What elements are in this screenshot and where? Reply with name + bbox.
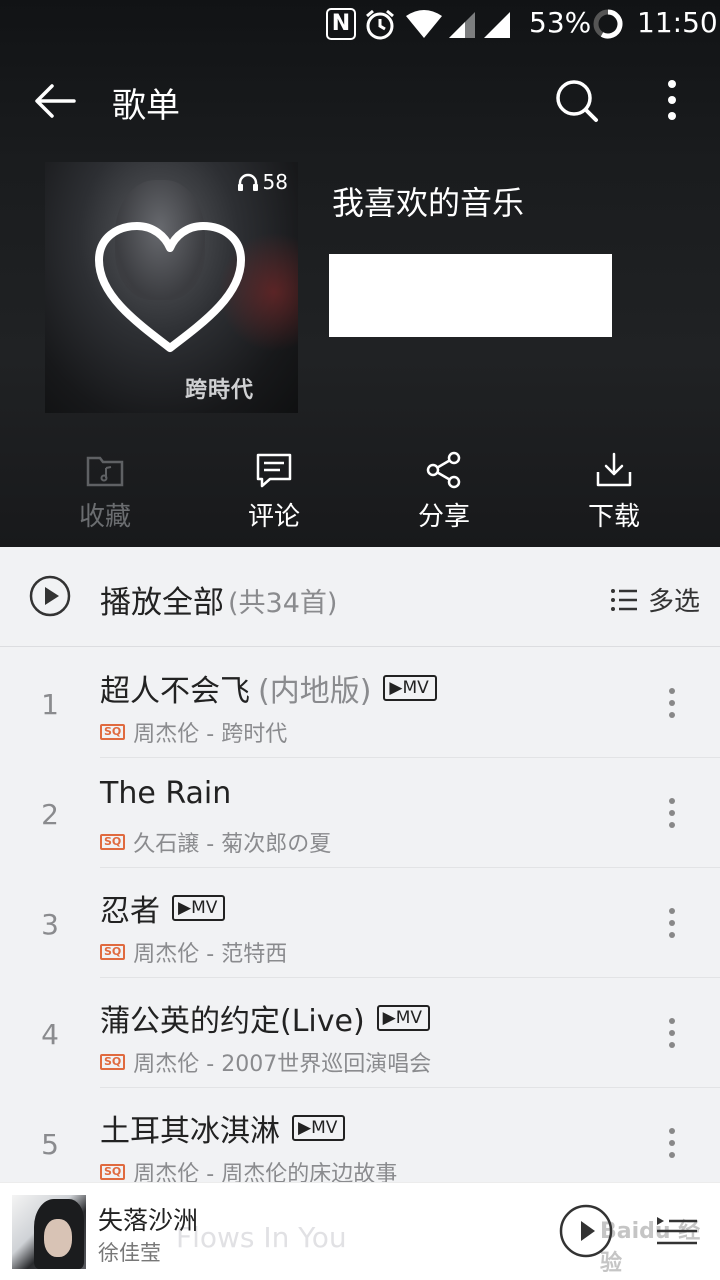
now-playing-cover[interactable] — [12, 1195, 86, 1269]
multi-select-label: 多选 — [648, 587, 701, 617]
action-bar: 收藏 评论 分享 下载 — [0, 450, 720, 540]
song-list: 1 超人不会飞 (内地版) ▶MV SQ 周杰伦 - 跨时代 2 The Rai… — [0, 648, 720, 1198]
multi-select-button[interactable]: 多选 — [610, 581, 700, 618]
page-title: 歌单 — [112, 86, 180, 126]
mv-badge[interactable]: ▶MV — [172, 895, 226, 921]
sq-badge: SQ — [100, 1054, 126, 1070]
collect-button[interactable]: 收藏 — [45, 450, 165, 533]
battery-icon — [592, 8, 624, 44]
alarm-icon — [363, 8, 397, 46]
play-count-value: 58 — [262, 170, 288, 194]
playlist-header: N 53% 11:50 歌单 跨時代 58 我喜欢的音乐 收藏 评论 分享 下载 — [0, 0, 720, 547]
playlist-queue-icon[interactable] — [655, 1213, 699, 1249]
song-index: 1 — [41, 688, 59, 721]
mini-player[interactable]: Flows In You 失落沙洲 徐佳莹 Baidu 经验 — [0, 1182, 720, 1280]
search-icon[interactable] — [550, 74, 602, 126]
clock: 11:50 — [637, 6, 718, 39]
song-artist-album: 周杰伦 - 范特西 — [133, 942, 288, 967]
play-count: 58 — [237, 170, 288, 194]
song-title: The Rain — [100, 776, 232, 811]
playlist-cover[interactable]: 跨時代 58 — [45, 162, 298, 413]
folder-music-icon — [45, 450, 165, 490]
list-icon — [611, 588, 637, 611]
play-all-label[interactable]: 播放全部 — [100, 577, 224, 622]
playlist-name: 我喜欢的音乐 — [332, 184, 525, 222]
song-more-icon[interactable] — [660, 796, 684, 830]
song-index: 5 — [41, 1128, 59, 1161]
sq-badge: SQ — [100, 1164, 126, 1180]
download-label: 下载 — [587, 502, 640, 532]
now-playing-artist: 徐佳莹 — [98, 1241, 161, 1265]
signal-icon — [482, 10, 512, 44]
creator-redacted-block[interactable] — [329, 254, 612, 337]
play-pause-icon[interactable] — [558, 1203, 614, 1259]
song-more-icon[interactable] — [660, 1016, 684, 1050]
song-row[interactable]: 4 蒲公英的约定(Live) ▶MV SQ 周杰伦 - 2007世界巡回演唱会 — [0, 978, 720, 1088]
nfc-icon: N — [326, 8, 356, 40]
song-more-icon[interactable] — [660, 686, 684, 720]
battery-percent: 53% — [529, 6, 592, 39]
song-more-icon[interactable] — [660, 1126, 684, 1160]
track-count: (共34首) — [228, 588, 338, 619]
share-label: 分享 — [417, 502, 470, 532]
now-playing-title: 失落沙洲 — [98, 1206, 199, 1235]
mv-badge[interactable]: ▶MV — [383, 675, 437, 701]
song-title: 土耳其冰淇淋 — [100, 1114, 280, 1149]
comment-button[interactable]: 评论 — [214, 450, 334, 533]
sq-badge: SQ — [100, 944, 126, 960]
back-arrow-icon[interactable] — [30, 76, 80, 126]
song-more-icon[interactable] — [660, 906, 684, 940]
song-title: 超人不会飞 — [100, 674, 250, 709]
download-button[interactable]: 下载 — [554, 450, 674, 533]
sq-badge: SQ — [100, 834, 126, 850]
comment-icon — [214, 450, 334, 490]
signal-icon — [447, 10, 477, 44]
heart-icon — [93, 220, 247, 356]
song-index: 4 — [41, 1018, 59, 1051]
play-circle-icon[interactable] — [28, 574, 72, 622]
song-artist-album: 周杰伦 - 跨时代 — [133, 722, 288, 747]
cover-album-text: 跨時代 — [185, 377, 255, 403]
mv-badge[interactable]: ▶MV — [376, 1005, 431, 1031]
song-version: (内地版) — [258, 674, 372, 709]
play-all-bar[interactable]: 播放全部 (共34首) 多选 — [0, 547, 720, 647]
ghost-song-title: Flows In You — [176, 1221, 347, 1254]
song-index: 3 — [41, 908, 59, 941]
song-row[interactable]: 2 The Rain SQ 久石譲 - 菊次郎の夏 — [0, 758, 720, 868]
song-row[interactable]: 1 超人不会飞 (内地版) ▶MV SQ 周杰伦 - 跨时代 — [0, 648, 720, 758]
collect-label: 收藏 — [78, 502, 131, 532]
mv-badge[interactable]: ▶MV — [292, 1115, 346, 1141]
headphones-icon — [237, 173, 258, 191]
song-row[interactable]: 3 忍者 ▶MV SQ 周杰伦 - 范特西 — [0, 868, 720, 978]
song-artist-album: 周杰伦 - 2007世界巡回演唱会 — [133, 1052, 432, 1077]
song-title: 蒲公英的约定(Live) — [100, 1004, 365, 1039]
song-index: 2 — [41, 798, 59, 831]
download-icon — [554, 450, 674, 490]
comment-label: 评论 — [247, 502, 300, 532]
share-icon — [384, 450, 504, 490]
song-title: 忍者 — [100, 894, 160, 929]
sq-badge: SQ — [100, 724, 126, 740]
song-artist-album: 久石譲 - 菊次郎の夏 — [133, 832, 332, 857]
status-bar: N 53% 11:50 — [0, 0, 720, 50]
wifi-icon — [406, 10, 442, 44]
overflow-menu-icon[interactable] — [652, 76, 692, 126]
share-button[interactable]: 分享 — [384, 450, 504, 533]
